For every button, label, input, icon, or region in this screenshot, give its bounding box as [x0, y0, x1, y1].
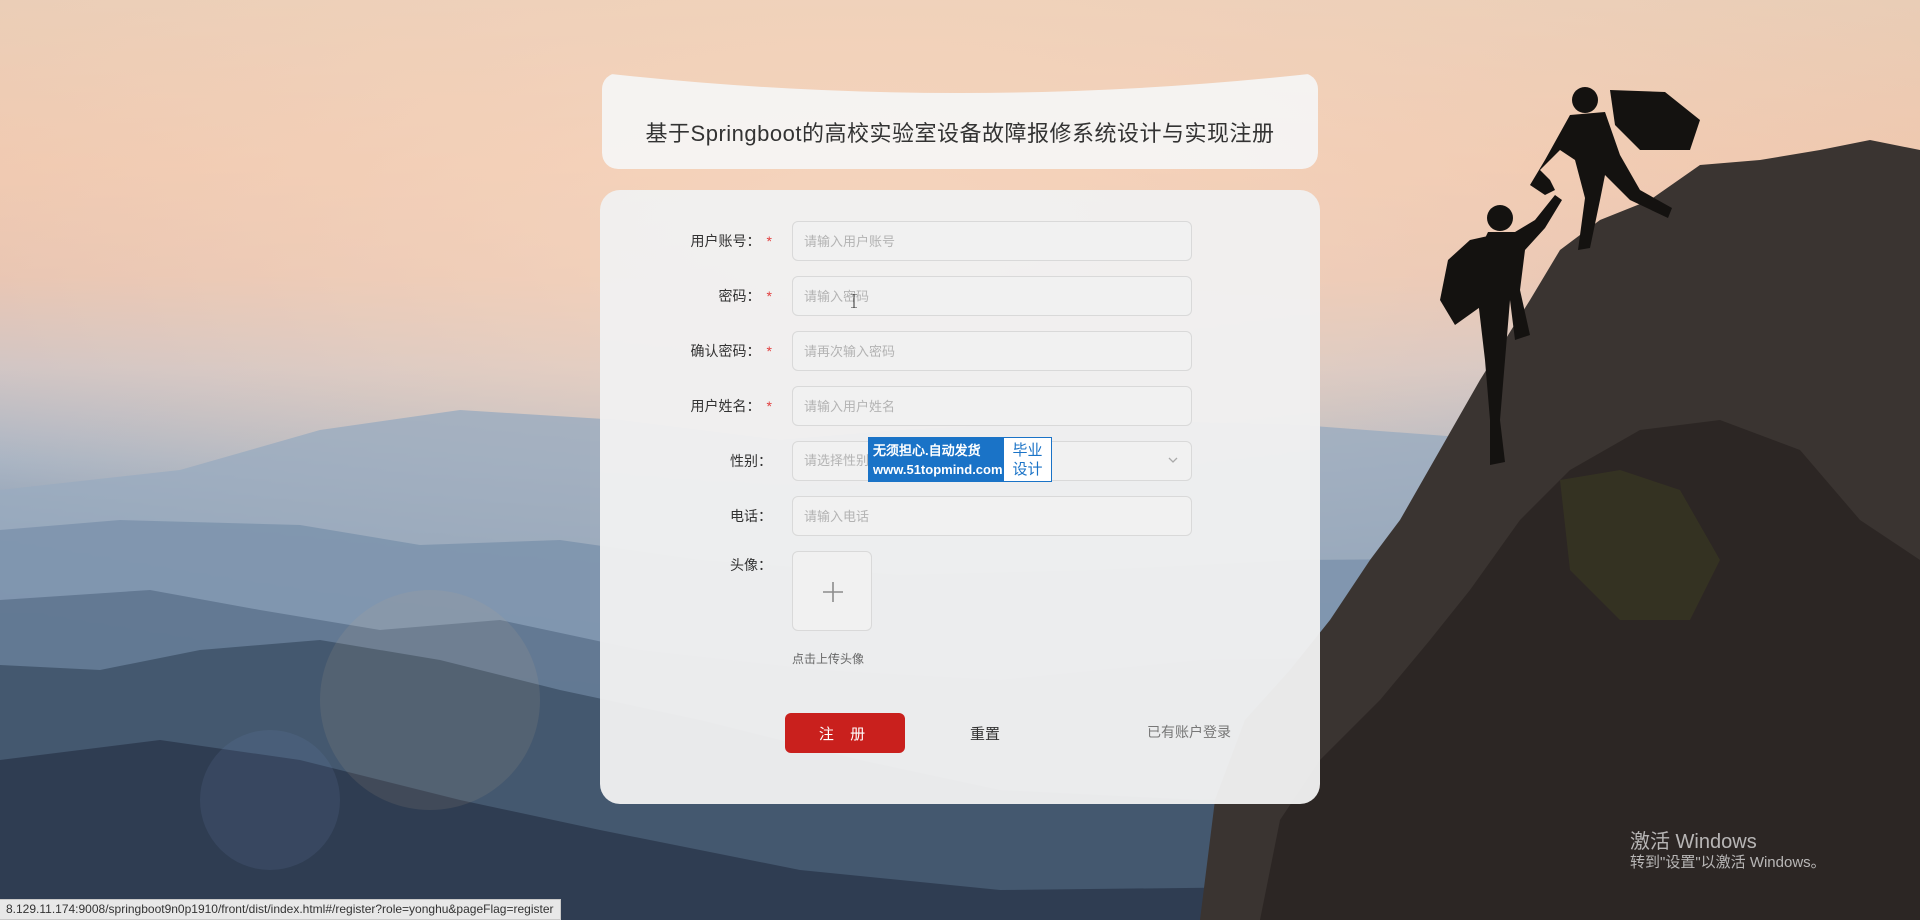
ad-right: 毕业 设计 — [1004, 438, 1051, 481]
name-label-text: 用户姓名： — [690, 398, 761, 414]
ad-line2: www.51topmind.com — [873, 461, 1003, 477]
windows-activation-title: 激活 Windows — [1630, 831, 1757, 853]
ad-line1: 无须担心.自动发货 — [873, 442, 981, 458]
form-row-confirm-password: 确认密码： * — [600, 331, 1320, 371]
windows-activation-subtitle: 转到"设置"以激活 Windows。 — [1630, 854, 1826, 871]
form-row-avatar: 头像： — [600, 551, 1320, 591]
form-row-account: 用户账号： * — [600, 221, 1320, 261]
gender-label: 性别： — [730, 453, 772, 469]
register-button[interactable]: 注 册 — [785, 713, 905, 753]
plus-icon — [823, 582, 843, 602]
status-bar-url: 8.129.11.174:9008/springboot9n0p1910/fro… — [0, 899, 561, 920]
register-form: 用户账号：* 密码：* 确认密码：* 用户姓名：* 性别： 请选择性别 电话： … — [600, 190, 1320, 804]
avatar-upload-box[interactable] — [792, 551, 872, 631]
confirm-password-input[interactable] — [792, 331, 1192, 371]
login-link[interactable]: 已有账户登录 — [1147, 722, 1231, 742]
required-star: * — [766, 288, 772, 304]
phone-label: 电话： — [730, 508, 772, 524]
confirm-password-label: 确认密码： * — [691, 331, 772, 371]
required-star: * — [766, 343, 772, 359]
form-row-phone: 电话： — [600, 496, 1320, 536]
form-row-password: 密码： * — [600, 276, 1320, 316]
account-label: 用户账号： * — [691, 221, 772, 261]
confirm-password-label-text: 确认密码： — [690, 343, 761, 359]
form-row-name: 用户姓名： * — [600, 386, 1320, 426]
ad-left: 无须担心.自动发货 www.51topmind.com — [869, 438, 1004, 481]
account-input[interactable] — [792, 221, 1192, 261]
ad-right1: 毕业 — [1012, 441, 1043, 459]
password-label-text: 密码： — [718, 288, 761, 304]
chevron-down-icon — [1168, 457, 1178, 463]
account-label-text: 用户账号： — [690, 233, 761, 249]
password-label: 密码： * — [719, 276, 772, 316]
phone-input[interactable] — [792, 496, 1192, 536]
avatar-label: 头像： — [730, 557, 772, 573]
ad-right2: 设计 — [1012, 460, 1043, 478]
ad-watermark: 无须担心.自动发货 www.51topmind.com 毕业 设计 — [868, 437, 1052, 482]
page-title: 基于Springboot的高校实验室设备故障报修系统设计与实现注册 — [645, 121, 1275, 146]
required-star: * — [766, 398, 772, 414]
upload-hint: 点击上传头像 — [792, 652, 865, 666]
name-input[interactable] — [792, 386, 1192, 426]
reset-button[interactable]: 重置 — [925, 713, 1045, 753]
text-cursor-icon — [851, 294, 857, 308]
required-star: * — [766, 233, 772, 249]
name-label: 用户姓名： * — [691, 386, 772, 426]
